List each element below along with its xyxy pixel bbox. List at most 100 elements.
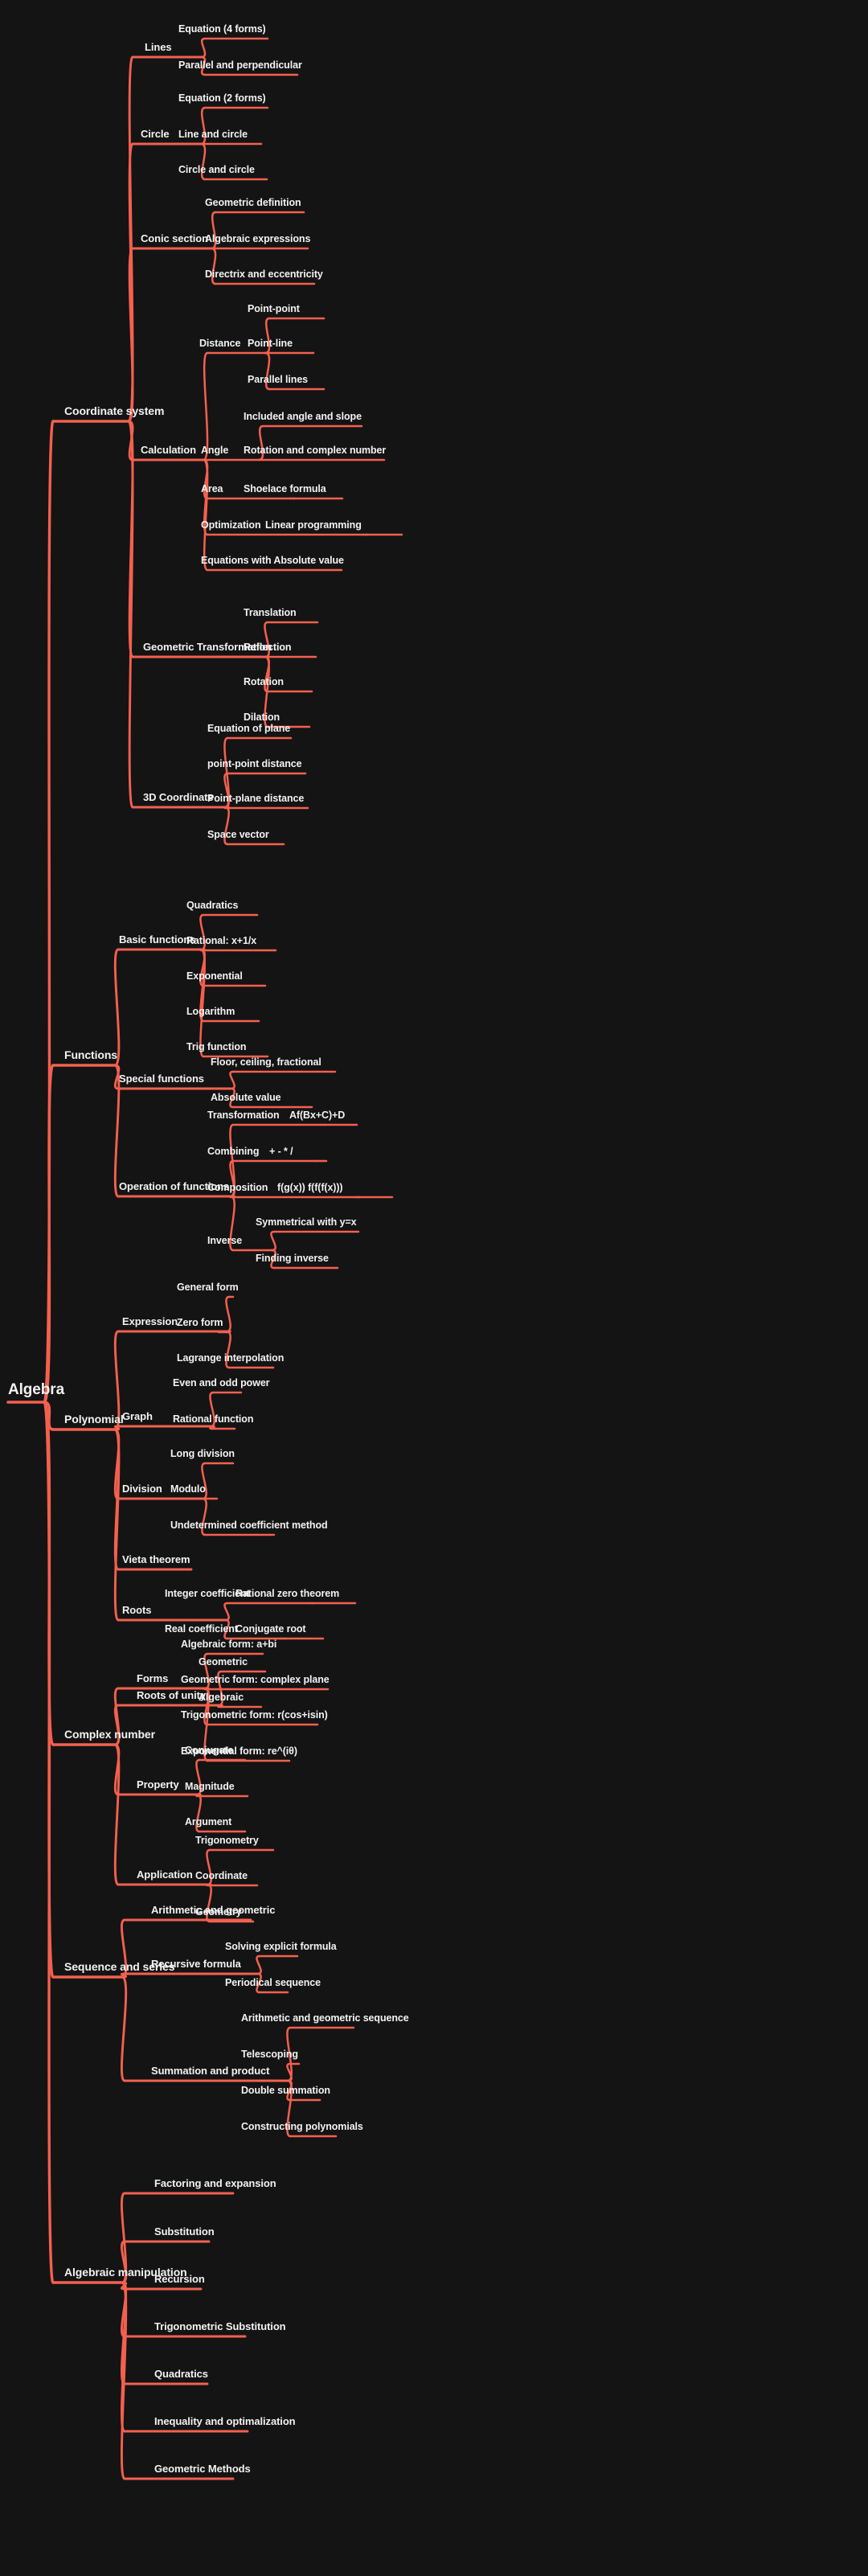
mindmap-node-graph[interactable]: Graph	[122, 1410, 153, 1422]
mindmap-node-equation-2-forms[interactable]: Equation (2 forms)	[178, 92, 266, 104]
mindmap-node-parallel-lines[interactable]: Parallel lines	[248, 374, 308, 385]
mindmap-node-conjugate-root[interactable]: Conjugate root	[235, 1623, 306, 1635]
mindmap-node-equation-of-plane[interactable]: Equation of plane	[207, 723, 290, 734]
mindmap-node-rational-x1x[interactable]: Rational: x+1/x	[186, 935, 256, 946]
mindmap-node-transformation[interactable]: Transformation	[207, 1110, 280, 1121]
mindmap-node-plus-minus-times-div[interactable]: + - * /	[269, 1146, 293, 1157]
mindmap-node-real-coefficient[interactable]: Real coefficient	[165, 1623, 238, 1635]
mindmap-node-conjugate[interactable]: Conjugate	[185, 1745, 233, 1756]
mindmap-node-recursive-formula[interactable]: Recursive formula	[151, 1958, 241, 1970]
mindmap-node-translation[interactable]: Translation	[244, 607, 297, 618]
mindmap-node-factoring-and-expansion[interactable]: Factoring and expansion	[154, 2177, 276, 2189]
mindmap-node-even-and-odd-power[interactable]: Even and odd power	[173, 1377, 270, 1388]
mindmap-node-composition[interactable]: Composition	[207, 1182, 268, 1193]
mindmap-node-equations-absolute-value[interactable]: Equations with Absolute value	[201, 555, 344, 566]
mindmap-node-recursion[interactable]: Recursion	[154, 2273, 205, 2285]
mindmap-node-distance[interactable]: Distance	[199, 338, 240, 349]
mindmap-node-symmetrical-with-yx[interactable]: Symmetrical with y=x	[256, 1216, 357, 1228]
mindmap-node-af-bx-c-d[interactable]: Af(Bx+C)+D	[289, 1110, 345, 1121]
mindmap-node-algebraic-expressions[interactable]: Algebraic expressions	[205, 233, 310, 244]
mindmap-node-reflection[interactable]: Reflection	[244, 642, 292, 653]
mindmap-node-absolute-value[interactable]: Absolute value	[211, 1092, 281, 1103]
mindmap-node-space-vector[interactable]: Space vector	[207, 829, 269, 840]
mindmap-node-parallel-perp[interactable]: Parallel and perpendicular	[178, 59, 302, 71]
mindmap-node-rational-function[interactable]: Rational function	[173, 1413, 253, 1425]
mindmap-node-coordinate[interactable]: Coordinate	[195, 1870, 248, 1881]
mindmap-node-geometric-definition[interactable]: Geometric definition	[205, 197, 301, 208]
mindmap-node-fgx-fffx[interactable]: f(g(x)) f(f(f(x)))	[277, 1182, 343, 1193]
mindmap-node-substitution[interactable]: Substitution	[154, 2225, 215, 2238]
mindmap-node-solving-explicit-formula[interactable]: Solving explicit formula	[225, 1941, 337, 1952]
mindmap-node-trigonometric-form[interactable]: Trigonometric form: r(cos+isin)	[181, 1709, 328, 1721]
mindmap-node-polynomial[interactable]: Polynomial	[64, 1413, 124, 1425]
mindmap-node-trigonometric-substitution[interactable]: Trigonometric Substitution	[154, 2320, 286, 2332]
mindmap-node-lagrange-interpolation[interactable]: Lagrange interpolation	[177, 1352, 284, 1364]
mindmap-node-circle-and-circle[interactable]: Circle and circle	[178, 164, 255, 175]
mindmap-node-circle[interactable]: Circle	[141, 128, 170, 140]
mindmap-node-rotation-complex[interactable]: Rotation and complex number	[244, 445, 386, 456]
mindmap-node-forms[interactable]: Forms	[137, 1672, 168, 1684]
mindmap-node-rotation[interactable]: Rotation	[244, 676, 284, 687]
mindmap-node-geometric-form[interactable]: Geometric form: complex plane	[181, 1674, 330, 1685]
mindmap-node-argument[interactable]: Argument	[185, 1816, 231, 1827]
mindmap-node-property[interactable]: Property	[137, 1778, 179, 1790]
mindmap-node-quadratics-am[interactable]: Quadratics	[154, 2368, 208, 2380]
mindmap-node-algebraic-form[interactable]: Algebraic form: a+bi	[181, 1639, 276, 1650]
mindmap-node-application[interactable]: Application	[137, 1868, 193, 1881]
mindmap-node-inverse[interactable]: Inverse	[207, 1235, 242, 1246]
mindmap-node-zero-form[interactable]: Zero form	[177, 1317, 223, 1328]
mindmap-node-included-angle-slope[interactable]: Included angle and slope	[244, 411, 362, 422]
mindmap-node-vieta-theorem[interactable]: Vieta theorem	[122, 1553, 190, 1565]
mindmap-node-combining[interactable]: Combining	[207, 1146, 259, 1157]
mindmap-node-point-plane-distance[interactable]: Point-plane distance	[207, 793, 304, 804]
mindmap-node-arith-geo-sequence[interactable]: Arithmetic and geometric sequence	[241, 2012, 409, 2024]
mindmap-node-summation-and-product[interactable]: Summation and product	[151, 2065, 270, 2077]
mindmap-node-arithmetic-and-geometric[interactable]: Arithmetic and geometric	[151, 1904, 275, 1916]
mindmap-node-linear-programming[interactable]: Linear programming	[265, 519, 362, 531]
mindmap-node-telescoping[interactable]: Telescoping	[241, 2049, 298, 2060]
mindmap-node-complex-number[interactable]: Complex number	[64, 1728, 155, 1741]
mindmap-root-node[interactable]: Algebra	[8, 1381, 64, 1399]
mindmap-node-dilation[interactable]: Dilation	[244, 712, 280, 723]
mindmap-node-rational-zero-theorem[interactable]: Rational zero theorem	[235, 1588, 339, 1599]
mindmap-node-floor-ceiling-fractional[interactable]: Floor, ceiling, fractional	[211, 1056, 321, 1068]
mindmap-node-conic-section[interactable]: Conic section	[141, 232, 208, 244]
mindmap-node-logarithm[interactable]: Logarithm	[186, 1006, 235, 1017]
mindmap-node-special-functions[interactable]: Special functions	[119, 1073, 204, 1085]
mindmap-node-angle[interactable]: Angle	[201, 445, 228, 456]
mindmap-node-geometric-methods[interactable]: Geometric Methods	[154, 2463, 251, 2475]
mindmap-node-directrix-eccentricity[interactable]: Directrix and eccentricity	[205, 269, 323, 280]
mindmap-node-point-point-distance[interactable]: point-point distance	[207, 758, 302, 769]
mindmap-node-trig-function[interactable]: Trig function	[186, 1041, 246, 1052]
mindmap-node-exponential-bf[interactable]: Exponential	[186, 970, 243, 982]
mindmap-node-3d-coordinate[interactable]: 3D Coordinate	[143, 791, 214, 803]
mindmap-node-trigonometry[interactable]: Trigonometry	[195, 1835, 259, 1846]
mindmap-node-undetermined-coeff[interactable]: Undetermined coefficient method	[170, 1520, 328, 1531]
mindmap-node-expression[interactable]: Expression	[122, 1315, 178, 1327]
mindmap-node-lines[interactable]: Lines	[145, 41, 172, 53]
mindmap-node-shoelace-formula[interactable]: Shoelace formula	[244, 483, 326, 494]
mindmap-node-line-and-circle[interactable]: Line and circle	[178, 129, 248, 140]
mindmap-node-constructing-polynomials[interactable]: Constructing polynomials	[241, 2121, 363, 2132]
mindmap-node-roots[interactable]: Roots	[122, 1604, 151, 1616]
mindmap-node-long-division[interactable]: Long division	[170, 1448, 235, 1459]
mindmap-node-area[interactable]: Area	[201, 483, 223, 494]
mindmap-node-magnitude[interactable]: Magnitude	[185, 1781, 235, 1792]
mindmap-node-quadratics-bf[interactable]: Quadratics	[186, 900, 238, 911]
mindmap-node-general-form[interactable]: General form	[177, 1282, 239, 1293]
mindmap-node-double-summation[interactable]: Double summation	[241, 2085, 330, 2096]
mindmap-node-point-point[interactable]: Point-point	[248, 303, 300, 314]
mindmap-node-equation-4-forms[interactable]: Equation (4 forms)	[178, 23, 266, 35]
mindmap-node-finding-inverse[interactable]: Finding inverse	[256, 1253, 329, 1264]
mindmap-node-functions[interactable]: Functions	[64, 1048, 117, 1061]
mindmap-node-roots-of-unity[interactable]: Roots of unity	[137, 1689, 206, 1701]
mindmap-node-calculation[interactable]: Calculation	[141, 444, 196, 456]
mindmap-node-periodical-sequence[interactable]: Periodical sequence	[225, 1977, 321, 1988]
mindmap-node-modulo[interactable]: Modulo	[170, 1483, 206, 1495]
mindmap-node-roots-algebraic[interactable]: Algebraic	[199, 1692, 244, 1703]
mindmap-node-roots-geometric[interactable]: Geometric	[199, 1656, 248, 1667]
mindmap-node-basic-functions[interactable]: Basic functions	[119, 933, 195, 945]
mindmap-node-coordinate-system[interactable]: Coordinate system	[64, 404, 164, 417]
mindmap-node-optimization[interactable]: Optimization	[201, 519, 261, 531]
mindmap-node-point-line[interactable]: Point-line	[248, 338, 293, 349]
